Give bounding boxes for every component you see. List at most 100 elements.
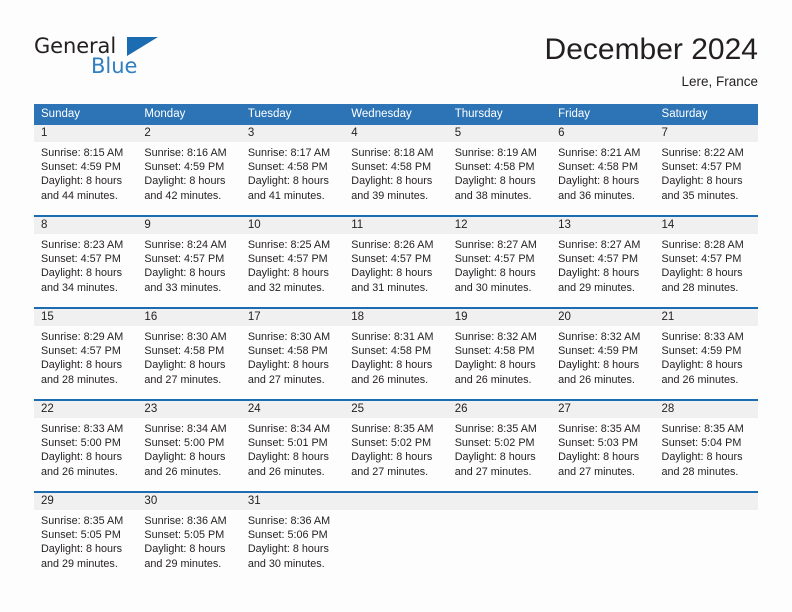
daylight-text-line2: and 34 minutes. xyxy=(41,281,118,294)
weekday-header-monday: Monday xyxy=(137,104,241,125)
calendar-day-cell[interactable]: 7 Sunrise: 8:22 AM Sunset: 4:57 PM Daylight… xyxy=(654,125,758,215)
calendar-day-cell[interactable]: 17 Sunrise: 8:30 AM Sunset: 4:58 PM Dayligh… xyxy=(240,309,345,399)
daylight-text-line2: and 26 minutes. xyxy=(558,373,635,386)
day-number: 6 xyxy=(551,125,655,142)
calendar-day-cell[interactable]: 19 Sunrise: 8:32 AM Sunset: 4:58 PM Dayligh… xyxy=(447,309,552,399)
sunset-text: Sunset: 4:57 PM xyxy=(661,253,742,266)
day-details: Sunrise: 8:25 AM Sunset: 4:57 PM Daylight:… xyxy=(241,234,344,295)
day-number: 1 xyxy=(34,125,138,142)
calendar-day-cell[interactable]: 27 Sunrise: 8:35 AM Sunset: 5:03 PM Dayligh… xyxy=(551,401,655,491)
sunrise-text: Sunrise: 8:35 AM xyxy=(454,423,537,435)
weekday-header-wednesday: Wednesday xyxy=(344,104,448,125)
day-details: Sunrise: 8:29 AM Sunset: 4:57 PM Daylight:… xyxy=(34,326,137,387)
weekday-header-sunday: Sunday xyxy=(34,104,138,125)
day-cell-content: 21 Sunrise: 8:33 AM Sunset: 4:59 PM Dayligh… xyxy=(654,309,758,399)
calendar-day-cell[interactable]: 10 Sunrise: 8:25 AM Sunset: 4:57 PM Dayligh… xyxy=(240,217,345,307)
sunrise-text: Sunrise: 8:35 AM xyxy=(558,423,641,435)
calendar-day-cell[interactable]: 25 Sunrise: 8:35 AM Sunset: 5:02 PM Dayligh… xyxy=(344,401,448,491)
daylight-text-line1: Daylight: 8 hours xyxy=(247,543,329,556)
day-details: Sunrise: 8:36 AM Sunset: 5:05 PM Daylight:… xyxy=(137,510,240,571)
day-cell-content: 28 Sunrise: 8:35 AM Sunset: 5:04 PM Dayligh… xyxy=(654,401,758,491)
calendar-empty-cell xyxy=(654,493,758,579)
calendar-day-cell[interactable]: 12 Sunrise: 8:27 AM Sunset: 4:57 PM Dayligh… xyxy=(447,217,552,307)
day-cell-content xyxy=(447,493,552,579)
sunset-text: Sunset: 4:58 PM xyxy=(247,345,328,358)
calendar-day-cell[interactable]: 5 Sunrise: 8:19 AM Sunset: 4:58 PM Daylight… xyxy=(447,125,552,215)
calendar-day-cell[interactable]: 16 Sunrise: 8:30 AM Sunset: 4:58 PM Dayligh… xyxy=(137,309,241,399)
calendar-day-cell[interactable]: 22 Sunrise: 8:33 AM Sunset: 5:00 PM Dayligh… xyxy=(34,401,138,491)
daylight-text-line1: Daylight: 8 hours xyxy=(661,359,743,372)
calendar-day-cell[interactable]: 6 Sunrise: 8:21 AM Sunset: 4:58 PM Daylight… xyxy=(551,125,655,215)
daylight-text-line1: Daylight: 8 hours xyxy=(661,451,743,464)
daylight-text-line2: and 35 minutes. xyxy=(661,189,739,202)
brand-logo[interactable]: General Blue xyxy=(34,34,234,90)
sunrise-text: Sunrise: 8:21 AM xyxy=(558,147,641,159)
calendar-day-cell[interactable]: 21 Sunrise: 8:33 AM Sunset: 4:59 PM Dayligh… xyxy=(654,309,758,399)
sunset-text: Sunset: 4:59 PM xyxy=(41,161,121,174)
day-details: Sunrise: 8:35 AM Sunset: 5:03 PM Daylight:… xyxy=(551,418,654,479)
calendar-day-cell[interactable]: 15 Sunrise: 8:29 AM Sunset: 4:57 PM Dayligh… xyxy=(34,309,138,399)
calendar-week-row: 8 Sunrise: 8:23 AM Sunset: 4:57 PM Daylight… xyxy=(34,217,758,307)
day-number: 2 xyxy=(137,125,241,142)
calendar-day-cell[interactable]: 9 Sunrise: 8:24 AM Sunset: 4:57 PM Daylight… xyxy=(137,217,241,307)
daylight-text-line2: and 32 minutes. xyxy=(247,281,325,294)
day-details: Sunrise: 8:31 AM Sunset: 4:58 PM Daylight:… xyxy=(344,326,447,387)
sunrise-text: Sunrise: 8:30 AM xyxy=(144,331,227,343)
day-number: 10 xyxy=(240,217,345,234)
day-number: 31 xyxy=(240,493,345,510)
brand-name-blue: Blue xyxy=(91,54,138,78)
calendar-day-cell[interactable]: 30 Sunrise: 8:36 AM Sunset: 5:05 PM Dayligh… xyxy=(137,493,241,579)
calendar-day-cell[interactable]: 1 Sunrise: 8:15 AM Sunset: 4:59 PM Daylight… xyxy=(34,125,138,215)
page-header: General Blue December 2024 Lere, France xyxy=(34,32,758,94)
daylight-text-line2: and 27 minutes. xyxy=(247,373,325,386)
calendar-day-cell[interactable]: 13 Sunrise: 8:27 AM Sunset: 4:57 PM Dayligh… xyxy=(551,217,655,307)
day-number xyxy=(344,493,448,510)
day-details: Sunrise: 8:34 AM Sunset: 5:01 PM Daylight:… xyxy=(241,418,344,479)
sunset-text: Sunset: 4:57 PM xyxy=(454,253,535,266)
calendar-day-cell[interactable]: 2 Sunrise: 8:16 AM Sunset: 4:59 PM Daylight… xyxy=(137,125,241,215)
calendar-day-cell[interactable]: 28 Sunrise: 8:35 AM Sunset: 5:04 PM Dayligh… xyxy=(654,401,758,491)
calendar-day-cell[interactable]: 26 Sunrise: 8:35 AM Sunset: 5:02 PM Dayligh… xyxy=(447,401,552,491)
daylight-text-line2: and 30 minutes. xyxy=(247,557,325,570)
sunrise-text: Sunrise: 8:32 AM xyxy=(454,331,537,343)
daylight-text-line1: Daylight: 8 hours xyxy=(41,175,123,188)
sunset-text: Sunset: 5:02 PM xyxy=(351,437,432,450)
calendar-day-cell[interactable]: 29 Sunrise: 8:35 AM Sunset: 5:05 PM Dayligh… xyxy=(34,493,138,579)
calendar-day-cell[interactable]: 8 Sunrise: 8:23 AM Sunset: 4:57 PM Daylight… xyxy=(34,217,138,307)
daylight-text-line2: and 27 minutes. xyxy=(558,465,635,478)
day-number: 13 xyxy=(551,217,655,234)
daylight-text-line1: Daylight: 8 hours xyxy=(41,451,123,464)
day-cell-content: 22 Sunrise: 8:33 AM Sunset: 5:00 PM Dayligh… xyxy=(34,401,138,491)
weekday-header-tuesday: Tuesday xyxy=(240,104,345,125)
sunset-text: Sunset: 5:00 PM xyxy=(144,437,225,450)
day-details: Sunrise: 8:30 AM Sunset: 4:58 PM Daylight:… xyxy=(241,326,344,387)
calendar-day-cell[interactable]: 14 Sunrise: 8:28 AM Sunset: 4:57 PM Dayligh… xyxy=(654,217,758,307)
daylight-text-line2: and 26 minutes. xyxy=(144,465,222,478)
day-details: Sunrise: 8:27 AM Sunset: 4:57 PM Daylight:… xyxy=(551,234,654,295)
daylight-text-line1: Daylight: 8 hours xyxy=(351,267,433,280)
calendar-day-cell[interactable]: 20 Sunrise: 8:32 AM Sunset: 4:59 PM Dayligh… xyxy=(551,309,655,399)
day-number: 27 xyxy=(551,401,655,418)
day-details: Sunrise: 8:35 AM Sunset: 5:04 PM Daylight:… xyxy=(655,418,758,479)
day-details: Sunrise: 8:17 AM Sunset: 4:58 PM Daylight:… xyxy=(241,142,344,203)
daylight-text-line1: Daylight: 8 hours xyxy=(144,543,226,556)
sunset-text: Sunset: 5:05 PM xyxy=(144,529,225,542)
calendar-empty-cell xyxy=(447,493,552,579)
day-cell-content: 20 Sunrise: 8:32 AM Sunset: 4:59 PM Dayligh… xyxy=(551,309,655,399)
calendar-day-cell[interactable]: 24 Sunrise: 8:34 AM Sunset: 5:01 PM Dayligh… xyxy=(240,401,345,491)
day-cell-content: 11 Sunrise: 8:26 AM Sunset: 4:57 PM Dayligh… xyxy=(344,217,448,307)
calendar-day-cell[interactable]: 18 Sunrise: 8:31 AM Sunset: 4:58 PM Dayligh… xyxy=(344,309,448,399)
day-details: Sunrise: 8:33 AM Sunset: 4:59 PM Daylight:… xyxy=(655,326,758,387)
calendar-day-cell[interactable]: 11 Sunrise: 8:26 AM Sunset: 4:57 PM Dayligh… xyxy=(344,217,448,307)
weekday-header-friday: Friday xyxy=(551,104,655,125)
day-cell-content: 25 Sunrise: 8:35 AM Sunset: 5:02 PM Dayligh… xyxy=(344,401,448,491)
daylight-text-line1: Daylight: 8 hours xyxy=(144,451,226,464)
sunset-text: Sunset: 4:58 PM xyxy=(247,161,328,174)
daylight-text-line1: Daylight: 8 hours xyxy=(144,359,226,372)
calendar-day-cell[interactable]: 4 Sunrise: 8:18 AM Sunset: 4:58 PM Daylight… xyxy=(344,125,448,215)
calendar-day-cell[interactable]: 31 Sunrise: 8:36 AM Sunset: 5:06 PM Dayligh… xyxy=(240,493,345,579)
calendar-day-cell[interactable]: 3 Sunrise: 8:17 AM Sunset: 4:58 PM Daylight… xyxy=(240,125,345,215)
calendar-day-cell[interactable]: 23 Sunrise: 8:34 AM Sunset: 5:00 PM Dayligh… xyxy=(137,401,241,491)
sunset-text: Sunset: 4:58 PM xyxy=(454,161,535,174)
day-number: 18 xyxy=(344,309,448,326)
